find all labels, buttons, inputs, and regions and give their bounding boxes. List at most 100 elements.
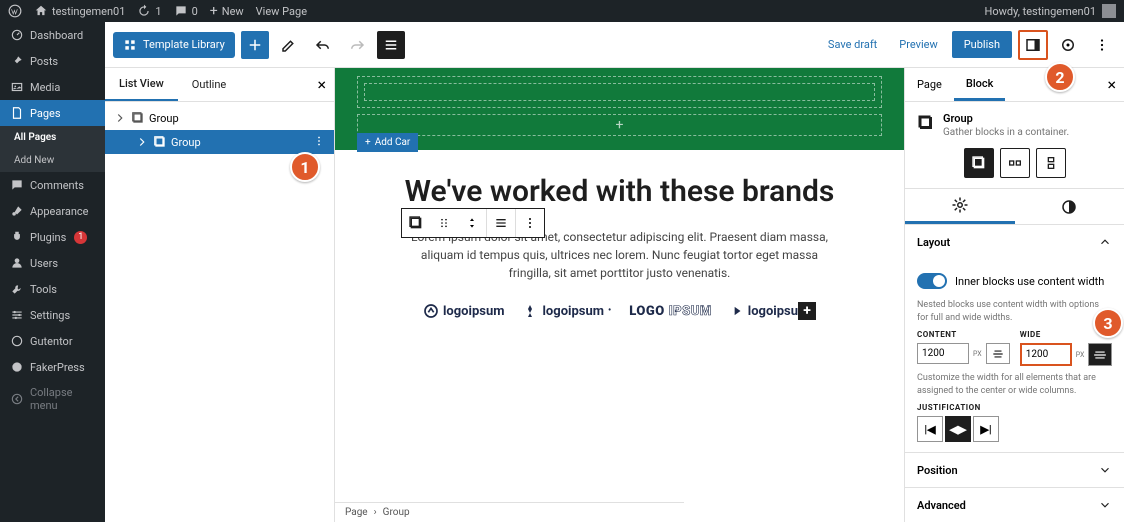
tree-row-options[interactable] [312, 134, 326, 151]
variation-group-button[interactable] [964, 148, 994, 178]
wide-width-input[interactable] [1020, 343, 1072, 366]
chevron-up-icon [1098, 235, 1112, 249]
sidebar-item-dashboard[interactable]: Dashboard [0, 22, 105, 48]
chevron-right-icon: › [374, 507, 377, 518]
sidebar-item-users[interactable]: Users [0, 250, 105, 276]
plugin-update-badge: 1 [74, 231, 87, 244]
brands-section[interactable]: We've worked with these brands Lorem ips… [335, 150, 904, 360]
chevron-down-icon [1098, 463, 1112, 477]
save-draft-link[interactable]: Save draft [820, 34, 885, 55]
block-move-buttons[interactable] [458, 209, 486, 237]
undo-button[interactable] [309, 31, 337, 59]
sidebar-item-settings[interactable]: Settings [0, 302, 105, 328]
content-align-button[interactable] [986, 343, 1010, 364]
content-width-toggle[interactable] [917, 273, 947, 289]
advanced-section-toggle[interactable]: Advanced [905, 488, 1124, 522]
add-block-button[interactable] [241, 31, 269, 59]
listview-toggle-button[interactable] [377, 31, 405, 59]
layout-section-toggle[interactable]: Layout [905, 225, 1124, 259]
site-name[interactable]: testingemen01 [34, 4, 125, 18]
subtab-styles[interactable] [1015, 189, 1124, 224]
redo-button[interactable] [343, 31, 371, 59]
wide-align-button[interactable] [1088, 343, 1112, 366]
logo-2[interactable]: logoipsum• [522, 303, 611, 319]
plug-icon [10, 230, 24, 244]
wp-logo-icon[interactable] [8, 4, 22, 18]
sidebar-item-fakerpress[interactable]: FakerPress [0, 354, 105, 380]
sidebar-item-tools[interactable]: Tools [0, 276, 105, 302]
content-width-input[interactable] [917, 343, 969, 364]
variation-row-button[interactable] [1000, 148, 1030, 178]
view-page-link[interactable]: View Page [256, 5, 307, 18]
variation-stack-button[interactable] [1036, 148, 1066, 178]
unit-label: PX [973, 350, 982, 358]
tab-page[interactable]: Page [905, 68, 954, 101]
library-icon [123, 38, 137, 52]
listview-close-button[interactable]: × [317, 75, 326, 94]
sidebar-item-appearance[interactable]: Appearance [0, 198, 105, 224]
sidebar-item-comments[interactable]: Comments [0, 172, 105, 198]
position-section-toggle[interactable]: Position [905, 453, 1124, 488]
sidebar-subitem-all-pages[interactable]: All Pages [0, 126, 105, 149]
logo-4[interactable]: logoipsu+ [730, 302, 816, 320]
howdy[interactable]: Howdy, testingemen01 [985, 4, 1117, 18]
unit-label: PX [1076, 351, 1085, 359]
logo-3[interactable]: LOGOIPSUM [629, 304, 712, 319]
settings-close-button[interactable]: × [1107, 75, 1116, 94]
width-help-text: Customize the width for all elements tha… [917, 372, 1112, 397]
page-icon [10, 106, 24, 120]
sidebar-item-plugins[interactable]: Plugins1 [0, 224, 105, 250]
add-block-slot[interactable]: + [357, 114, 882, 136]
justify-center-button[interactable]: ◀▶ [945, 416, 971, 442]
logo-row: logoipsum logoipsum• LOGOIPSUM logoipsu+ [375, 302, 864, 320]
sidebar-item-pages[interactable]: Pages [0, 100, 105, 126]
logo-mark-icon [730, 304, 744, 318]
add-logo-button[interactable]: + [798, 302, 816, 320]
preview-link[interactable]: Preview [891, 34, 945, 55]
block-options-button[interactable] [516, 209, 544, 237]
publish-button[interactable]: Publish [952, 31, 1012, 58]
hero-block[interactable]: + +Add Car [335, 68, 904, 150]
sidebar-item-gutentor[interactable]: Gutentor [0, 328, 105, 354]
block-type-button[interactable] [402, 209, 430, 237]
block-drag-handle[interactable] [430, 209, 458, 237]
justify-left-button[interactable]: |◀ [917, 416, 943, 442]
jetpack-button[interactable] [1054, 31, 1082, 59]
group-icon [917, 114, 935, 132]
sidebar-item-collapse[interactable]: Collapse menu [0, 380, 105, 418]
align-icon [493, 215, 509, 231]
logo-mark-icon [423, 303, 439, 319]
justify-right-button[interactable]: ▶| [973, 416, 999, 442]
chevron-down-icon [1098, 498, 1112, 512]
content-width-label: CONTENT [917, 330, 1010, 339]
brush-icon [10, 204, 24, 218]
settings-panel-toggle[interactable] [1018, 30, 1048, 60]
breadcrumb-item[interactable]: Group [383, 507, 410, 518]
tree-row-group-1[interactable]: Group [105, 106, 334, 130]
new-content[interactable]: +New [210, 3, 244, 19]
tab-list-view[interactable]: List View [105, 68, 178, 101]
editor-canvas[interactable]: + +Add Car [335, 68, 904, 522]
breadcrumb-item[interactable]: Page [345, 507, 368, 518]
subtab-settings[interactable] [905, 189, 1015, 224]
logo-1[interactable]: logoipsum [423, 303, 505, 319]
updates-count[interactable]: 1 [137, 4, 161, 18]
template-library-button[interactable]: Template Library [113, 32, 235, 58]
options-button[interactable] [1088, 31, 1116, 59]
sidebar-subitem-add-new[interactable]: Add New [0, 149, 105, 172]
block-description: Gather blocks in a container. [943, 127, 1069, 138]
tab-block[interactable]: Block [954, 68, 1005, 101]
add-card-button[interactable]: +Add Car [357, 133, 418, 152]
comments-count[interactable]: 0 [174, 4, 198, 18]
tree-row-group-2[interactable]: Group [105, 130, 334, 154]
sidebar-item-posts[interactable]: Posts [0, 48, 105, 74]
block-align-button[interactable] [487, 209, 515, 237]
media-icon [10, 80, 24, 94]
more-vertical-icon [522, 215, 538, 231]
brands-heading[interactable]: We've worked with these brands [375, 174, 864, 210]
fakerpress-icon [10, 360, 24, 374]
callout-1: 1 [290, 152, 320, 182]
sidebar-item-media[interactable]: Media [0, 74, 105, 100]
edit-mode-button[interactable] [275, 31, 303, 59]
tab-outline[interactable]: Outline [178, 68, 241, 101]
